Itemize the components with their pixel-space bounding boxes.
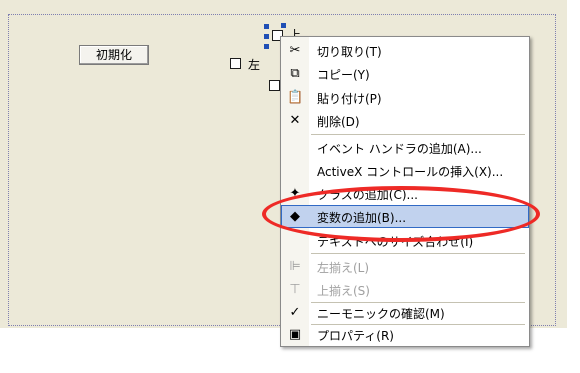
- selection-handle[interactable]: [281, 23, 286, 28]
- selection-handle[interactable]: [264, 34, 269, 39]
- menu-item-cut[interactable]: ✂ 切り取り(T): [281, 39, 529, 62]
- selection-handle[interactable]: [264, 24, 269, 29]
- scissors-icon: ✂: [289, 43, 301, 58]
- menu-item-add-variable[interactable]: ◆ 変数の追加(B)...: [281, 205, 529, 228]
- properties-icon: ▣: [288, 327, 302, 342]
- copy-icon: ⧉: [290, 66, 300, 81]
- menu-separator: [311, 134, 525, 135]
- align-top-icon: ⊤: [289, 282, 301, 297]
- menu-item-properties[interactable]: ▣ プロパティ(R): [281, 323, 529, 346]
- left-checkbox-label: 左: [248, 58, 261, 72]
- context-menu: ✂ 切り取り(T) ⧉ コピー(Y) 📋 貼り付け(P) ✕ 削除(D) イベン…: [280, 36, 530, 347]
- init-button[interactable]: 初期化: [79, 45, 149, 65]
- menu-item-insert-activex[interactable]: ActiveX コントロールの挿入(X)...: [281, 159, 529, 182]
- add-class-icon: ✦: [289, 186, 301, 201]
- left-checkbox[interactable]: [230, 58, 241, 69]
- menu-item-delete[interactable]: ✕ 削除(D): [281, 109, 529, 132]
- paste-icon: 📋: [287, 90, 304, 105]
- menu-item-copy[interactable]: ⧉ コピー(Y): [281, 62, 529, 85]
- menu-item-add-event-handler[interactable]: イベント ハンドラの追加(A)...: [281, 136, 529, 159]
- menu-item-add-class[interactable]: ✦ クラスの追加(C)...: [281, 182, 529, 205]
- menu-item-paste[interactable]: 📋 貼り付け(P): [281, 86, 529, 109]
- checkmark-icon: ✓: [289, 305, 301, 320]
- add-variable-icon: ◆: [290, 209, 300, 224]
- menu-item-align-left[interactable]: ⊫ 左揃え(L): [281, 255, 529, 278]
- selection-handle[interactable]: [264, 44, 269, 49]
- delete-x-icon: ✕: [289, 113, 301, 128]
- menu-item-mnemonic-check[interactable]: ✓ ニーモニックの確認(M): [281, 301, 529, 324]
- menu-item-size-to-content[interactable]: テキストへのサイズ合わせ(I): [281, 229, 529, 252]
- lower-checkbox[interactable]: [269, 80, 280, 91]
- menu-separator: [311, 253, 525, 254]
- align-left-icon: ⊫: [289, 259, 301, 274]
- menu-item-align-top[interactable]: ⊤ 上揃え(S): [281, 278, 529, 301]
